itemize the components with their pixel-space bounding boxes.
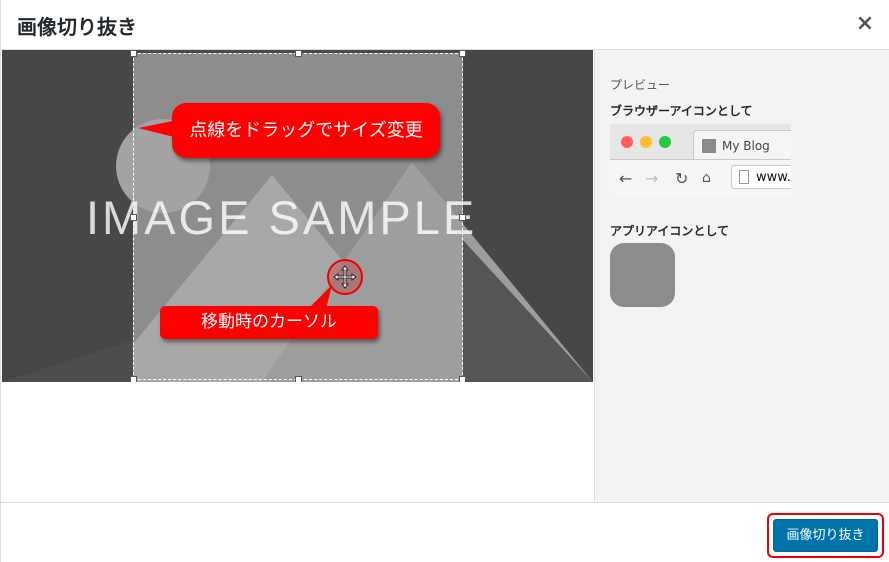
dialog-header: 画像切り抜き × [1,0,889,50]
back-arrow-icon: ← [619,169,633,188]
favicon-preview [702,139,716,153]
crop-handle-nw[interactable] [130,50,137,57]
url-text: www. [756,170,791,185]
browser-tab: My Blog [693,130,791,159]
window-maximize-dot [659,136,671,148]
close-button[interactable]: × [854,13,876,35]
page-icon [739,170,749,184]
move-cursor-callout: 移動時のカーソル [160,306,378,339]
browser-toolbar: ← → ↻ ⌂ www. [610,159,791,196]
resize-hint-callout: 点線をドラッグでサイズ変更 [172,103,440,158]
url-bar: www. [731,165,791,189]
home-icon: ⌂ [702,170,711,186]
preview-sidebar: プレビュー ブラウザーアイコンとして My Blog ← → ↻ ⌂ www. … [594,50,889,502]
crop-handle-n[interactable] [295,50,302,57]
window-minimize-dot [640,136,652,148]
crop-handle-s[interactable] [295,376,302,382]
browser-preview: My Blog ← → ↻ ⌂ www. [610,124,791,196]
crop-handle-ne[interactable] [459,50,466,57]
preview-heading: プレビュー [610,78,671,92]
crop-handle-e[interactable] [459,214,466,221]
crop-image-button[interactable]: 画像切り抜き [773,519,878,552]
crop-handle-se[interactable] [459,376,466,382]
window-close-dot [621,136,633,148]
app-icon-preview [610,243,675,307]
dialog-title: 画像切り抜き [17,15,137,39]
crop-stage[interactable]: IMAGE SAMPLE 点線をドラッグでサイズ変更 移動時のカーソル [2,50,593,382]
crop-button-highlight: 画像切り抜き [767,513,884,558]
dialog-footer: 画像切り抜き [1,502,889,562]
browser-tab-title: My Blog [722,139,770,153]
browser-icon-label: ブラウザーアイコンとして [610,104,753,118]
app-icon-label: アプリアイコンとして [610,224,730,238]
forward-arrow-icon: → [645,169,659,188]
reload-icon: ↻ [675,169,689,188]
crop-handle-w[interactable] [130,214,137,221]
crop-handle-sw[interactable] [130,376,137,382]
crop-image-dialog: 画像切り抜き × IMAGE SAMPLE 点線をドラッグでサイズ変更 移動時の… [0,0,889,562]
